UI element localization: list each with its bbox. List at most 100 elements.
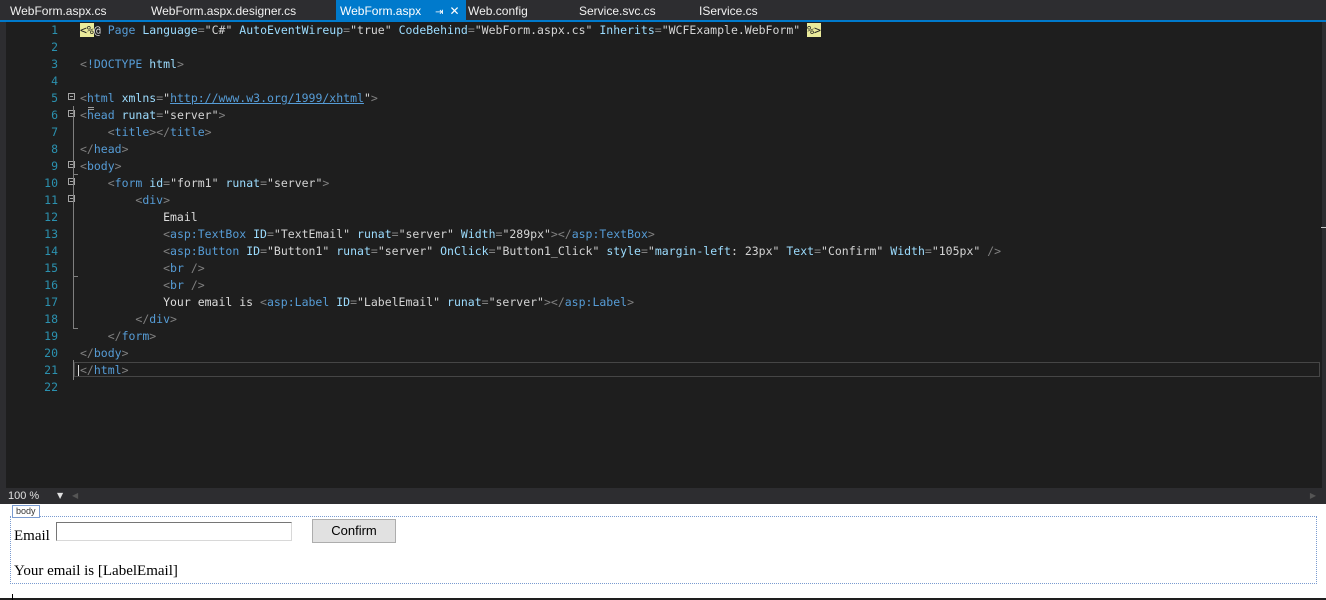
code-line[interactable]: 4 <box>0 73 1326 90</box>
code-line[interactable]: 19 </form> <box>0 328 1326 345</box>
code-line[interactable]: 22 <box>0 379 1326 396</box>
code-token: !DOCTYPE <box>86 57 150 71</box>
code-token: CodeBehind <box>398 23 468 37</box>
code-token: Width <box>460 227 496 241</box>
code-token: < <box>163 227 171 241</box>
code-token: "server" <box>163 108 219 122</box>
code-token: > <box>170 312 177 326</box>
code-token: title <box>114 125 150 139</box>
line-number: 2 <box>51 40 58 54</box>
tab-webform-aspx-cs[interactable]: WebForm.aspx.cs <box>10 0 106 22</box>
code-token: = <box>260 176 268 190</box>
code-token: "Button1" <box>267 244 337 258</box>
email-result-text: Your email is [LabelEmail] <box>14 563 178 579</box>
code-text: <html xmlns="http://www.w3.org/1999/xhtm… <box>80 90 378 107</box>
email-input[interactable] <box>56 522 292 541</box>
code-line[interactable]: 3 <!DOCTYPE html> <box>0 56 1326 73</box>
code-line[interactable]: 5 <html xmlns="http://www.w3.org/1999/xht… <box>0 90 1326 107</box>
pin-icon[interactable]: ⇥ <box>435 2 443 24</box>
code-line[interactable]: 6 <head runat="server"> <box>0 107 1326 124</box>
code-token: asp:TextBox <box>170 227 254 241</box>
code-token: Language <box>142 23 198 37</box>
code-line[interactable]: 21 </html> <box>0 362 1326 379</box>
code-line[interactable]: 17 Your email is <asp:Label ID="LabelEma… <box>0 294 1326 311</box>
email-label: Email <box>14 528 50 544</box>
code-token: xmlns <box>121 91 157 105</box>
code-token: "WCFExample.WebForm" <box>661 23 808 37</box>
tab-webform-aspx-designer-cs[interactable]: WebForm.aspx.designer.cs <box>151 0 296 22</box>
zoom-level[interactable]: 100 % <box>8 488 39 504</box>
code-line[interactable]: 20 </body> <box>0 345 1326 362</box>
code-text: <title></title> <box>80 124 212 141</box>
scroll-right-icon[interactable]: ▶ <box>1310 488 1316 504</box>
code-line[interactable]: 10 <form id="form1" runat="server"> <box>0 175 1326 192</box>
code-text: </form> <box>80 328 157 345</box>
code-line[interactable]: 18 </div> <box>0 311 1326 328</box>
code-token: "true" <box>350 23 399 37</box>
line-number: 6 <box>51 108 58 122</box>
code-token: < <box>163 244 171 258</box>
code-token: Page <box>107 23 143 37</box>
code-line[interactable]: 9 <body> <box>0 158 1326 175</box>
chevron-down-icon[interactable]: ▼ <box>57 488 63 504</box>
code-token: > <box>627 295 634 309</box>
design-preview: body Email Confirm Your email is [LabelE… <box>0 504 1326 600</box>
code-line[interactable]: 8 </head> <box>0 141 1326 158</box>
close-icon[interactable]: ✕ <box>450 0 460 22</box>
code-token: body <box>86 159 115 173</box>
code-token: http://www.w3.org/1999/xhtml <box>170 91 364 105</box>
scroll-left-icon[interactable]: ◀ <box>72 488 78 504</box>
code-line[interactable]: 1 <%@ Page Language="C#" AutoEventWireup=… <box>0 22 1326 39</box>
line-number: 3 <box>51 57 58 71</box>
code-token: html <box>149 57 177 71</box>
code-text: Email <box>80 209 198 226</box>
tab-label: WebForm.aspx <box>340 4 422 18</box>
code-token: > <box>149 329 157 343</box>
code-token: ID <box>336 295 351 309</box>
code-line[interactable]: 13 <asp:TextBox ID="TextEmail" runat="se… <box>0 226 1326 243</box>
code-token: = <box>370 244 378 258</box>
code-token: asp:Label <box>266 295 337 309</box>
code-token: "Confirm" <box>821 244 891 258</box>
code-line[interactable]: 12 Email <box>0 209 1326 226</box>
code-token: > <box>647 227 655 241</box>
code-token: margin-left <box>654 244 731 258</box>
code-token: = <box>467 23 475 37</box>
collapse-icon[interactable] <box>68 93 75 100</box>
code-token: ></ <box>149 125 171 139</box>
line-number: 5 <box>51 91 58 105</box>
code-token: < <box>163 278 171 292</box>
code-token: /> <box>190 278 205 292</box>
code-token: head <box>93 142 122 156</box>
code-line[interactable]: 11 <div> <box>0 192 1326 209</box>
tab-webform-aspx[interactable]: WebForm.aspx ⇥ ✕ <box>336 0 466 22</box>
tab-web-config[interactable]: Web.config <box>468 0 528 22</box>
line-number: 14 <box>44 244 58 258</box>
code-line[interactable]: 16 <br /> <box>0 277 1326 294</box>
code-text: <head runat="server"> <box>80 107 225 124</box>
code-token: br <box>170 278 191 292</box>
code-line[interactable]: 2 <box>0 39 1326 56</box>
code-line[interactable]: 7 <title></title> <box>0 124 1326 141</box>
body-tag-label[interactable]: body <box>12 505 40 518</box>
code-text: <br /> <box>80 260 205 277</box>
code-token: > <box>121 142 129 156</box>
code-token: <% <box>80 23 94 37</box>
code-line[interactable]: 15 <br /> <box>0 260 1326 277</box>
code-token: "server" <box>267 176 323 190</box>
code-editor[interactable]: 1 <%@ Page Language="C#" AutoEventWireup=… <box>0 22 1326 488</box>
code-token: = <box>197 23 205 37</box>
document-tab-strip: WebForm.aspx.cs WebForm.aspx.designer.cs… <box>0 0 1326 22</box>
code-token: = <box>260 244 267 258</box>
confirm-button[interactable]: Confirm <box>312 519 396 543</box>
code-token: form <box>114 176 150 190</box>
tab-label: Service.svc.cs <box>579 4 656 18</box>
line-number: 10 <box>44 176 58 190</box>
tab-iservice-cs[interactable]: IService.cs <box>699 0 758 22</box>
line-number: 7 <box>51 125 58 139</box>
tab-service-svc-cs[interactable]: Service.svc.cs <box>579 0 656 22</box>
code-token: br <box>170 261 191 275</box>
code-line[interactable]: 14 <asp:Button ID="Button1" runat="serve… <box>0 243 1326 260</box>
